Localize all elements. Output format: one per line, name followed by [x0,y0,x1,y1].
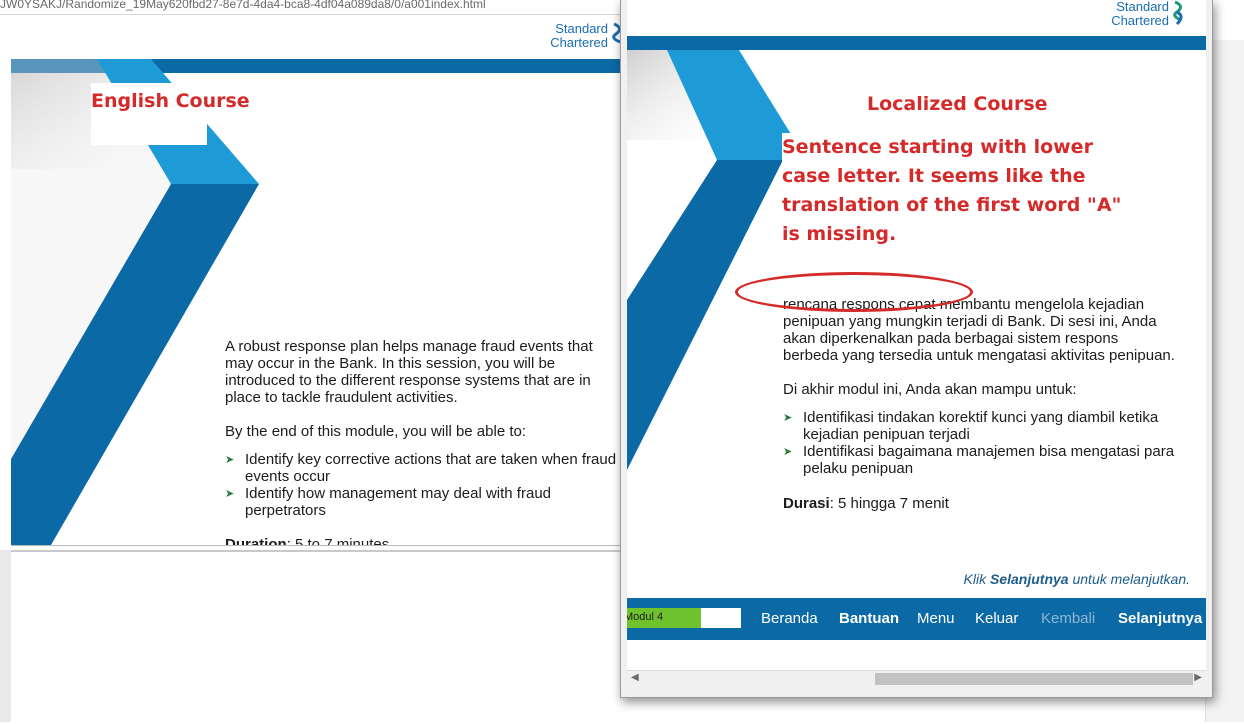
objectives-list: Identify key corrective actions that are… [225,451,617,519]
english-content: A robust response plan helps manage frau… [225,338,617,546]
nav-help-button[interactable]: Bantuan [839,610,899,627]
next-hint-link: Selanjutnya [990,571,1069,587]
english-slide: English Course A robust response plan he… [11,59,621,546]
duration-label: Durasi [783,495,830,512]
logo-line-2: Chartered [550,35,608,50]
duration-line: Duration: 5 to 7 minutes [225,536,617,546]
standard-chartered-logo: Standard Chartered [1097,0,1183,28]
list-item: Identify how management may deal with fr… [225,485,617,519]
duration-label: Duration [225,536,287,546]
logo-mark-icon [1173,0,1183,26]
next-hint-suffix: untuk melanjutkan. [1068,571,1190,587]
page-body-area [11,550,621,724]
nav-menu-button[interactable]: Menu [917,610,955,627]
nav-exit-button[interactable]: Keluar [975,610,1018,627]
translation-issue-note: Sentence starting with lower case letter… [782,136,1122,245]
duration-value: : 5 hingga 7 menit [829,495,949,512]
nav-back-button[interactable]: Kembali [1041,610,1095,627]
list-item: Identifikasi tindakan korektif kunci yan… [783,409,1175,443]
localized-course-window: Standard Chartered Localized Course Sent… [620,0,1213,698]
horizontal-scrollbar[interactable]: ◀ ▶ [627,670,1206,688]
logo-line-1: Standard [555,21,608,36]
nav-next-button[interactable]: Selanjutnya [1118,610,1202,627]
list-item: Identify key corrective actions that are… [225,451,617,485]
standard-chartered-logo: Standard Chartered [500,21,621,50]
scroll-right-icon[interactable]: ▶ [1194,672,1202,683]
annotation-note-box: Sentence starting with lower case letter… [782,133,1142,245]
module-progress-bar: Modul 4 [627,608,741,628]
logo-line-2: Chartered [1111,13,1169,28]
english-course-window: JW0YSAKJ/Randomize_19May620fbd27-8e7d-4d… [0,0,640,724]
scroll-left-icon[interactable]: ◀ [631,672,639,683]
address-bar[interactable]: JW0YSAKJ/Randomize_19May620fbd27-8e7d-4d… [0,0,640,15]
duration-line: Durasi: 5 hingga 7 menit [783,495,1175,512]
localized-content: rencana respons cepat membantu mengelola… [783,296,1175,512]
page-gutter [0,550,11,722]
missing-word-highlight [735,272,973,312]
objectives-list: Identifikasi tindakan korektif kunci yan… [783,409,1175,477]
localized-viewport: Standard Chartered Localized Course Sent… [627,0,1206,688]
english-course-annotation: English Course [91,90,250,112]
url-text: JW0YSAKJ/Randomize_19May620fbd27-8e7d-4d… [0,0,486,11]
localized-course-annotation: Localized Course [867,93,1048,115]
scrollbar-thumb[interactable] [875,673,1193,685]
list-item: Identifikasi bagaimana manajemen bisa me… [783,443,1175,477]
intro-paragraph: A robust response plan helps manage frau… [225,338,593,406]
slide-header-band [627,36,1206,50]
next-hint: Klik Selanjutnya untuk melanjutkan. [964,571,1190,587]
logo-line-1: Standard [1116,0,1169,14]
next-hint-prefix: Klik [963,571,990,587]
objectives-intro: Di akhir modul ini, Anda akan mampu untu… [783,381,1077,398]
progress-label: Modul 4 [627,611,664,623]
nav-home-button[interactable]: Beranda [761,610,818,627]
duration-value: : 5 to 7 minutes [286,536,390,546]
course-nav-bar: Modul 4 Beranda Bantuan Menu Keluar Kemb… [627,598,1206,640]
objectives-intro: By the end of this module, you will be a… [225,423,527,440]
